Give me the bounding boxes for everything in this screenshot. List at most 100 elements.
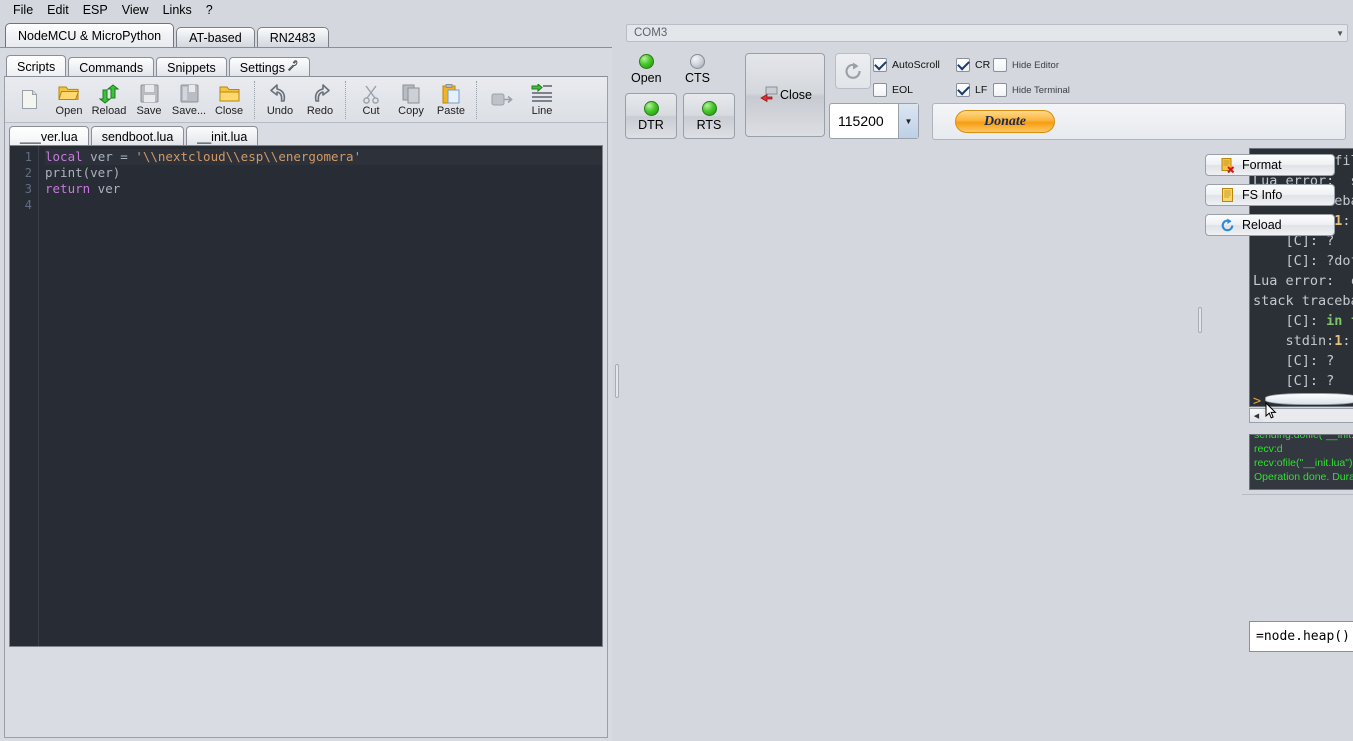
toolbar-compile[interactable] bbox=[482, 78, 522, 122]
terminal-log-splitter[interactable] bbox=[1249, 424, 1353, 432]
lf-checkbox[interactable]: LF bbox=[956, 83, 987, 97]
menu-item-esp[interactable]: ESP bbox=[76, 1, 115, 19]
toolbar-cut[interactable]: Cut bbox=[351, 78, 391, 122]
right-panel: COM3 ▼ Open CTS DTR RTS Close AutoScroll… bbox=[621, 0, 1353, 741]
toolbar-undo-label: Undo bbox=[266, 104, 294, 117]
autoscroll-checkbox[interactable]: AutoScroll bbox=[873, 58, 940, 72]
com-port-selector[interactable]: COM3 ▼ bbox=[626, 24, 1348, 42]
hide-terminal-checkbox[interactable]: Hide Terminal bbox=[993, 83, 1070, 97]
undo-arrow-icon bbox=[270, 83, 290, 105]
log-output[interactable]: sending:dofile("__init.lua");<CR><LF>rec… bbox=[1249, 434, 1353, 490]
command-input[interactable]: =node.heap() ▼ bbox=[1249, 621, 1353, 652]
splitter-grip bbox=[614, 363, 619, 398]
led-cts: CTS bbox=[685, 54, 710, 85]
cr-checkbox[interactable]: CR bbox=[956, 58, 990, 72]
format-icon bbox=[1220, 157, 1235, 173]
log-line: recv:d bbox=[1254, 443, 1283, 455]
tab-settings-label: Settings bbox=[239, 61, 285, 75]
file-tab-sendboot-lua[interactable]: sendboot.lua bbox=[90, 126, 185, 146]
serial-control-zone: Open CTS DTR RTS Close AutoScroll EOL CR… bbox=[621, 46, 1353, 146]
toolbar-paste[interactable]: Paste bbox=[431, 78, 471, 122]
eol-checkbox[interactable]: EOL bbox=[873, 83, 913, 97]
terminal-horizontal-scrollbar[interactable]: ◀ ▶ bbox=[1249, 408, 1353, 423]
close-port-button[interactable]: Close bbox=[745, 53, 825, 137]
baudrate-chevron-down-icon[interactable]: ▼ bbox=[898, 104, 918, 138]
toolbar-redo[interactable]: Redo bbox=[300, 78, 340, 122]
menu-item-file[interactable]: File bbox=[6, 1, 40, 19]
file-tabs: ___ver.lua sendboot.lua __init.lua bbox=[9, 124, 260, 146]
hide-editor-checkbox-box bbox=[993, 58, 1007, 72]
toolbar-open[interactable]: Open bbox=[49, 78, 89, 122]
eol-label: EOL bbox=[892, 84, 914, 96]
tab-settings[interactable]: Settings bbox=[228, 57, 310, 77]
tab-commands[interactable]: Commands bbox=[68, 57, 155, 77]
toolbar-separator-2 bbox=[345, 80, 346, 119]
toolbar-separator-3 bbox=[476, 80, 477, 119]
menu-item-edit[interactable]: Edit bbox=[40, 1, 76, 19]
hide-editor-checkbox[interactable]: Hide Editor bbox=[993, 58, 1059, 72]
donate-button[interactable]: Donate bbox=[955, 110, 1055, 133]
toolbar-cut-label: Cut bbox=[362, 104, 380, 117]
format-label: Format bbox=[1242, 158, 1282, 172]
scripts-panel: Open Reload Save Save... Close Undo Redo… bbox=[4, 76, 608, 738]
reload-fs-button[interactable]: Reload bbox=[1205, 214, 1335, 236]
toolbar-copy[interactable]: Copy bbox=[391, 78, 431, 122]
led-open: Open bbox=[631, 54, 662, 85]
rts-toggle-button[interactable]: RTS bbox=[683, 93, 735, 139]
scroll-left-icon[interactable]: ◀ bbox=[1250, 409, 1263, 422]
open-led-icon bbox=[638, 54, 654, 69]
reload-fs-label: Reload bbox=[1242, 218, 1282, 232]
menu-item-view[interactable]: View bbox=[115, 1, 156, 19]
format-button[interactable]: Format bbox=[1205, 154, 1335, 176]
code-editor[interactable]: 1 2 3 4 local ver = '\\nextcloud\\esp\\e… bbox=[9, 145, 603, 647]
toolbar-undo[interactable]: Undo bbox=[260, 78, 300, 122]
toolbar-reload[interactable]: Reload bbox=[89, 78, 129, 122]
menu-item-help[interactable]: ? bbox=[199, 1, 220, 19]
dtr-led-icon bbox=[643, 100, 659, 116]
device-tab-panel: Scripts Commands Snippets Settings Open … bbox=[0, 47, 612, 741]
baudrate-value: 115200 bbox=[838, 113, 884, 129]
baudrate-selector[interactable]: 115200 ▼ bbox=[829, 103, 919, 139]
toolbar-new-file[interactable] bbox=[9, 78, 49, 122]
terminal-line: Lua error: cannot open __init.lua: No su… bbox=[1253, 273, 1353, 289]
file-tab-init-lua[interactable]: __init.lua bbox=[186, 126, 259, 146]
menu-item-links[interactable]: Links bbox=[156, 1, 199, 19]
tab-scripts[interactable]: Scripts bbox=[6, 55, 67, 77]
tab-nodemcu-micropython[interactable]: NodeMCU & MicroPython bbox=[5, 23, 175, 48]
toolbar-close[interactable]: Close bbox=[209, 78, 249, 122]
terminal-line: [C]: in function 'dofile' bbox=[1253, 313, 1353, 329]
refresh-ports-button[interactable] bbox=[835, 53, 871, 89]
main-vertical-splitter[interactable] bbox=[612, 20, 621, 741]
fs-info-button[interactable]: FS Info bbox=[1205, 184, 1335, 206]
tab-snippets[interactable]: Snippets bbox=[156, 57, 227, 77]
terminal-hscroll-thumb[interactable] bbox=[1265, 393, 1353, 405]
toolbar-save-as[interactable]: Save... bbox=[169, 78, 209, 122]
toolbar-save[interactable]: Save bbox=[129, 78, 169, 122]
toolbar-copy-label: Copy bbox=[398, 104, 424, 117]
fs-info-label: FS Info bbox=[1242, 188, 1283, 202]
toolbar-goto-line[interactable]: Line bbox=[522, 78, 562, 122]
toolbar-save-as-label: Save... bbox=[171, 104, 207, 117]
line-number-gutter: 1 2 3 4 bbox=[10, 146, 38, 646]
save-disk-icon bbox=[140, 83, 159, 105]
code-text-area[interactable]: local ver = '\\nextcloud\\esp\\energomer… bbox=[38, 146, 602, 646]
left-panel: NodeMCU & MicroPython AT-based RN2483 Sc… bbox=[0, 20, 612, 741]
hide-terminal-checkbox-box bbox=[993, 83, 1007, 97]
line-number: 4 bbox=[24, 198, 32, 212]
hide-terminal-label: Hide Terminal bbox=[1012, 84, 1070, 96]
editor-toolbar: Open Reload Save Save... Close Undo Redo… bbox=[5, 77, 607, 123]
tab-rn2483[interactable]: RN2483 bbox=[256, 27, 329, 48]
filesystem-buttons: Format FS Info Reload bbox=[1205, 154, 1335, 236]
dtr-toggle-button[interactable]: DTR bbox=[625, 93, 677, 139]
terminal-line: [C]: ? bbox=[1253, 353, 1335, 369]
rsplitter-grip bbox=[1198, 307, 1202, 333]
compile-icon bbox=[491, 89, 513, 111]
disconnect-icon bbox=[758, 86, 778, 104]
tab-at-based[interactable]: AT-based bbox=[176, 27, 255, 48]
toolbar-reload-label: Reload bbox=[91, 104, 127, 117]
close-port-label: Close bbox=[780, 88, 812, 102]
file-tab-ver-lua[interactable]: ___ver.lua bbox=[9, 126, 89, 146]
copy-icon bbox=[402, 83, 421, 105]
terminal-sidebar-splitter[interactable] bbox=[1196, 146, 1204, 494]
